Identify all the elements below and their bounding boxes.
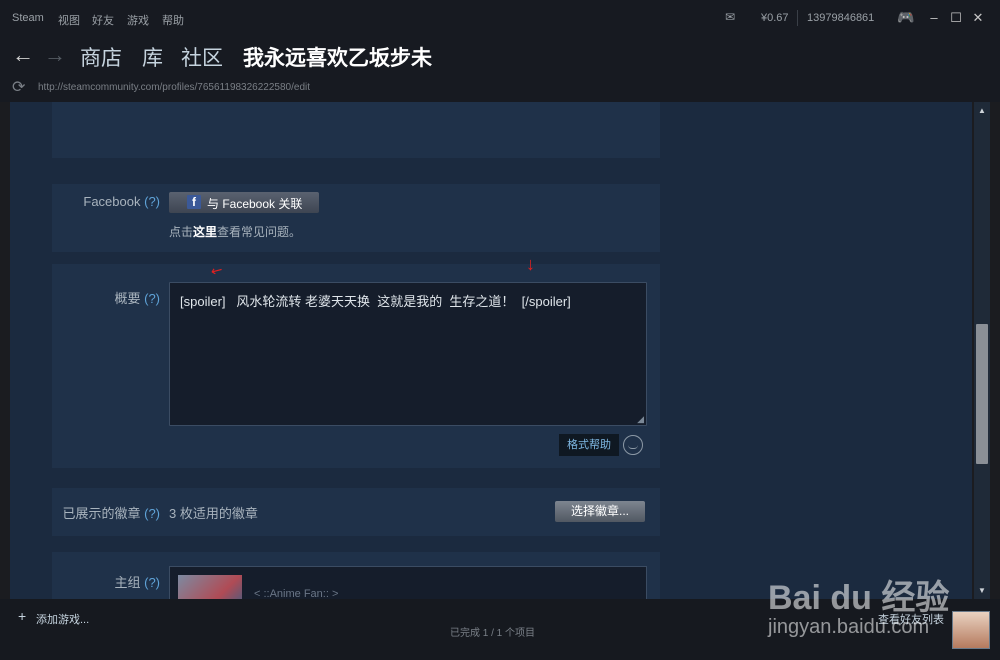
- summary-label: 概要 (?): [10, 288, 160, 307]
- format-help-button[interactable]: 格式帮助: [559, 434, 619, 456]
- badges-label: 已展示的徽章 (?): [10, 503, 160, 522]
- add-game-button[interactable]: 添加游戏...: [36, 611, 89, 627]
- back-arrow-icon[interactable]: ←: [12, 42, 34, 68]
- baidu-watermark-logo: Bai du 经验: [768, 579, 950, 617]
- emoticon-icon[interactable]: [623, 435, 643, 455]
- scrollbar[interactable]: ▲ ▼: [974, 102, 990, 599]
- faq-suffix: 查看常见问题。: [217, 225, 302, 239]
- mail-icon[interactable]: ✉: [725, 10, 735, 24]
- menu-steam[interactable]: Steam: [12, 12, 44, 24]
- link-facebook-button[interactable]: f 与 Facebook 关联: [169, 192, 319, 213]
- download-progress-text[interactable]: 已完成 1 / 1 个项目: [450, 624, 535, 639]
- summary-textarea-value: [spoiler] 风水轮流转 老婆天天换 这就是我的 生存之道！ [/spoi…: [180, 294, 571, 309]
- group-name: < ::Anime Fan:: >: [254, 588, 339, 599]
- badge-count-text: 3 枚适用的徽章: [169, 506, 258, 521]
- group-help-link[interactable]: (?): [144, 575, 160, 590]
- scroll-thumb[interactable]: [976, 324, 988, 464]
- annotation-arrow-icon: ↓: [526, 254, 535, 274]
- badges-label-text: 已展示的徽章: [62, 506, 141, 521]
- select-badge-button[interactable]: 选择徽章...: [555, 501, 645, 522]
- tab-store[interactable]: 商店: [80, 42, 122, 72]
- summary-label-text: 概要: [114, 291, 141, 306]
- tab-community[interactable]: 社区: [181, 42, 223, 72]
- resize-handle-icon[interactable]: ◢: [637, 414, 644, 425]
- menu-games[interactable]: 游戏: [127, 12, 149, 28]
- link-facebook-button-label: 与 Facebook 关联: [207, 197, 303, 211]
- close-icon[interactable]: ✕: [970, 10, 986, 26]
- account-name[interactable]: 13979846861: [807, 12, 874, 24]
- minimize-icon[interactable]: –: [926, 10, 942, 26]
- facebook-icon: f: [187, 195, 201, 209]
- tab-user-profile[interactable]: 我永远喜欢乙坂步未: [243, 42, 432, 72]
- tab-library[interactable]: 库: [142, 42, 163, 72]
- add-icon[interactable]: +: [18, 608, 26, 624]
- menu-help[interactable]: 帮助: [162, 12, 184, 28]
- facebook-faq-text: 点击这里查看常见问题。: [169, 223, 301, 240]
- scroll-down-icon[interactable]: ▼: [976, 586, 988, 595]
- refresh-icon[interactable]: ⟳: [12, 77, 25, 97]
- summary-help-link[interactable]: (?): [144, 291, 160, 306]
- menu-view[interactable]: 视图: [58, 12, 80, 28]
- baidu-watermark-url: jingyan.baidu.com: [768, 616, 930, 638]
- group-avatar: [178, 575, 242, 599]
- facebook-label: Facebook (?): [10, 194, 160, 209]
- wallet-balance[interactable]: ¥0.67: [761, 12, 789, 24]
- user-avatar[interactable]: [952, 611, 990, 649]
- big-picture-gamepad-icon[interactable]: 🎮: [897, 9, 914, 26]
- facebook-label-text: Facebook: [83, 194, 141, 209]
- facebook-help-link[interactable]: (?): [144, 194, 160, 209]
- scroll-up-icon[interactable]: ▲: [976, 106, 988, 115]
- faq-prefix: 点击: [169, 225, 194, 239]
- maximize-icon[interactable]: ☐: [948, 10, 964, 26]
- group-label: 主组 (?): [10, 572, 160, 591]
- url-text[interactable]: http://steamcommunity.com/profiles/76561…: [38, 82, 310, 93]
- summary-textarea[interactable]: [spoiler] 风水轮流转 老婆天天换 这就是我的 生存之道！ [/spoi…: [169, 282, 647, 426]
- faq-link[interactable]: 这里: [193, 225, 217, 239]
- group-label-text: 主组: [114, 575, 141, 590]
- divider: [797, 10, 798, 26]
- profile-edit-content: Facebook (?) f 与 Facebook 关联 点击这里查看常见问题。…: [10, 102, 972, 599]
- badges-help-link[interactable]: (?): [144, 506, 160, 521]
- primary-group-select[interactable]: < ::Anime Fan:: >: [169, 566, 647, 599]
- forward-arrow-icon[interactable]: →: [44, 42, 66, 68]
- menu-friends[interactable]: 好友: [92, 12, 114, 28]
- section-top: [52, 102, 660, 158]
- emoticon-mouth: [628, 445, 638, 449]
